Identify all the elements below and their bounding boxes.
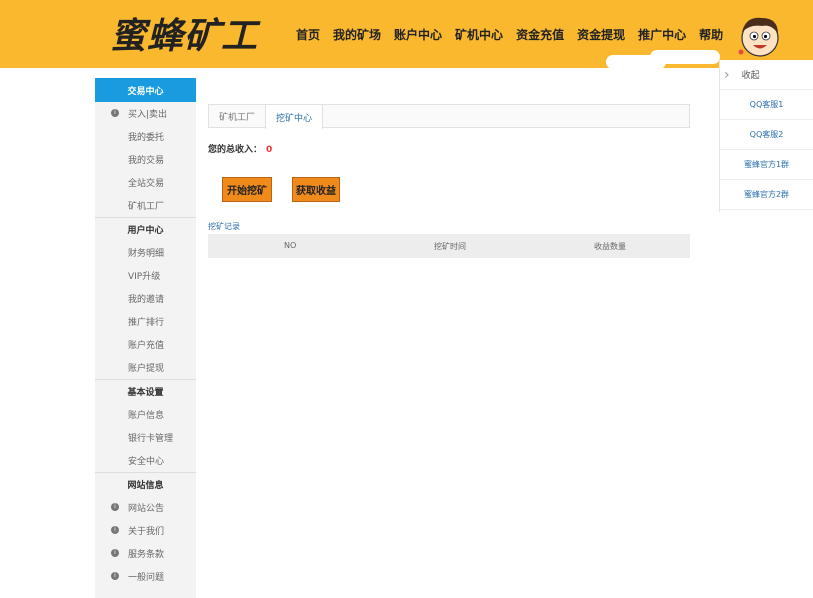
- sidebar-item-account-info[interactable]: 账户信息: [95, 403, 196, 426]
- sidebar-item-account-deposit[interactable]: 账户充值: [95, 333, 196, 356]
- top-header: 蜜蜂 矿工 首页 我的矿场 账户中心 矿机中心 资金充值 资金提现 推广中心 帮…: [0, 0, 813, 69]
- sidebar-item-vip-upgrade[interactable]: VIP升级: [95, 264, 196, 287]
- info-icon: i: [111, 503, 119, 511]
- total-income-value: 0: [266, 145, 273, 155]
- sidebar-item-label: 服务条款: [128, 550, 165, 560]
- sidebar-item-buy-sell[interactable]: i 买入|卖出: [95, 102, 196, 125]
- sidebar-item-label: 买入|卖出: [128, 110, 168, 120]
- records-table-header: NO 挖矿时间 收益数量: [208, 234, 690, 258]
- sidebar-item-account-withdraw[interactable]: 账户提现: [95, 356, 196, 379]
- sidebar-item-promotion-rank[interactable]: 推广排行: [95, 310, 196, 333]
- sidebar-title-basic-settings[interactable]: 基本设置: [95, 379, 196, 403]
- info-icon: i: [111, 109, 119, 117]
- tab-miner-factory[interactable]: 矿机工厂: [209, 105, 265, 128]
- cloud-decoration: [650, 50, 720, 64]
- sidebar-item-my-orders[interactable]: 我的委托: [95, 125, 196, 148]
- sidebar-title-user-center[interactable]: 用户中心: [95, 217, 196, 241]
- mascot-avatar-icon: [738, 17, 779, 57]
- sidebar-item-label: 一般问题: [128, 573, 165, 583]
- sidebar-item-miner-factory[interactable]: 矿机工厂: [95, 194, 196, 217]
- logo-text-part2: 矿工: [184, 15, 259, 57]
- total-income: 您的总收入： 0: [208, 142, 272, 155]
- sidebar-title-trade-center[interactable]: 交易中心: [95, 78, 196, 102]
- site-logo[interactable]: 蜜蜂 矿工: [110, 8, 258, 58]
- sidebar-item-faq[interactable]: i 一般问题: [95, 565, 196, 588]
- collect-earnings-button[interactable]: 获取收益: [292, 177, 340, 202]
- sidebar-item-bank-card[interactable]: 银行卡管理: [95, 426, 196, 449]
- official-group-2-link[interactable]: 蜜蜂官方2群: [720, 180, 813, 210]
- nav-help[interactable]: 帮助: [699, 26, 723, 43]
- content-tabs: 矿机工厂 挖矿中心: [208, 104, 690, 129]
- official-group-1-link[interactable]: 蜜蜂官方1群: [720, 150, 813, 180]
- info-icon: i: [111, 549, 119, 557]
- tab-mining-center[interactable]: 挖矿中心: [265, 105, 324, 129]
- sidebar-item-all-trades[interactable]: 全站交易: [95, 171, 196, 194]
- qq-service-2-link[interactable]: QQ客服2: [720, 120, 813, 150]
- column-header-earnings: 收益数量: [594, 242, 626, 251]
- main-nav: 首页 我的矿场 账户中心 矿机中心 资金充值 资金提现 推广中心 帮助: [296, 26, 736, 43]
- sidebar-item-my-trades[interactable]: 我的交易: [95, 148, 196, 171]
- nav-home[interactable]: 首页: [296, 26, 320, 43]
- nav-miner-center[interactable]: 矿机中心: [455, 26, 503, 43]
- info-icon: i: [111, 572, 119, 580]
- floating-service-panel: › 收起 QQ客服1 QQ客服2 蜜蜂官方1群 蜜蜂官方2群: [719, 60, 813, 212]
- column-header-no: NO: [284, 241, 297, 250]
- nav-withdraw[interactable]: 资金提现: [577, 26, 625, 43]
- sidebar-title-site-info[interactable]: 网站信息: [95, 472, 196, 496]
- sidebar-item-announcements[interactable]: i 网站公告: [95, 496, 196, 519]
- left-sidebar: 交易中心 i 买入|卖出 我的委托 我的交易 全站交易 矿机工厂 用户中心 财务…: [95, 78, 196, 598]
- column-header-mining-time: 挖矿时间: [434, 242, 466, 251]
- nav-account[interactable]: 账户中心: [394, 26, 442, 43]
- chevron-right-icon: ›: [724, 66, 730, 83]
- mining-records-title: 挖矿记录: [208, 222, 240, 231]
- logo-text-part1: 蜜蜂: [110, 15, 185, 57]
- info-icon: i: [111, 526, 119, 534]
- sidebar-item-finance-details[interactable]: 财务明细: [95, 241, 196, 264]
- sidebar-item-terms[interactable]: i 服务条款: [95, 542, 196, 565]
- sidebar-item-about-us[interactable]: i 关于我们: [95, 519, 196, 542]
- nav-my-mine[interactable]: 我的矿场: [333, 26, 381, 43]
- collapse-panel-button[interactable]: › 收起: [720, 60, 813, 90]
- collapse-label: 收起: [741, 71, 760, 81]
- total-income-label: 您的总收入：: [208, 145, 263, 155]
- start-mining-button[interactable]: 开始挖矿: [222, 177, 272, 202]
- nav-deposit[interactable]: 资金充值: [516, 26, 564, 43]
- sidebar-item-label: 关于我们: [128, 527, 165, 537]
- nav-promotion[interactable]: 推广中心: [638, 26, 686, 43]
- qq-service-1-link[interactable]: QQ客服1: [720, 90, 813, 120]
- sidebar-item-label: 网站公告: [128, 504, 165, 514]
- sidebar-item-security-center[interactable]: 安全中心: [95, 449, 196, 472]
- sidebar-item-my-invites[interactable]: 我的邀请: [95, 287, 196, 310]
